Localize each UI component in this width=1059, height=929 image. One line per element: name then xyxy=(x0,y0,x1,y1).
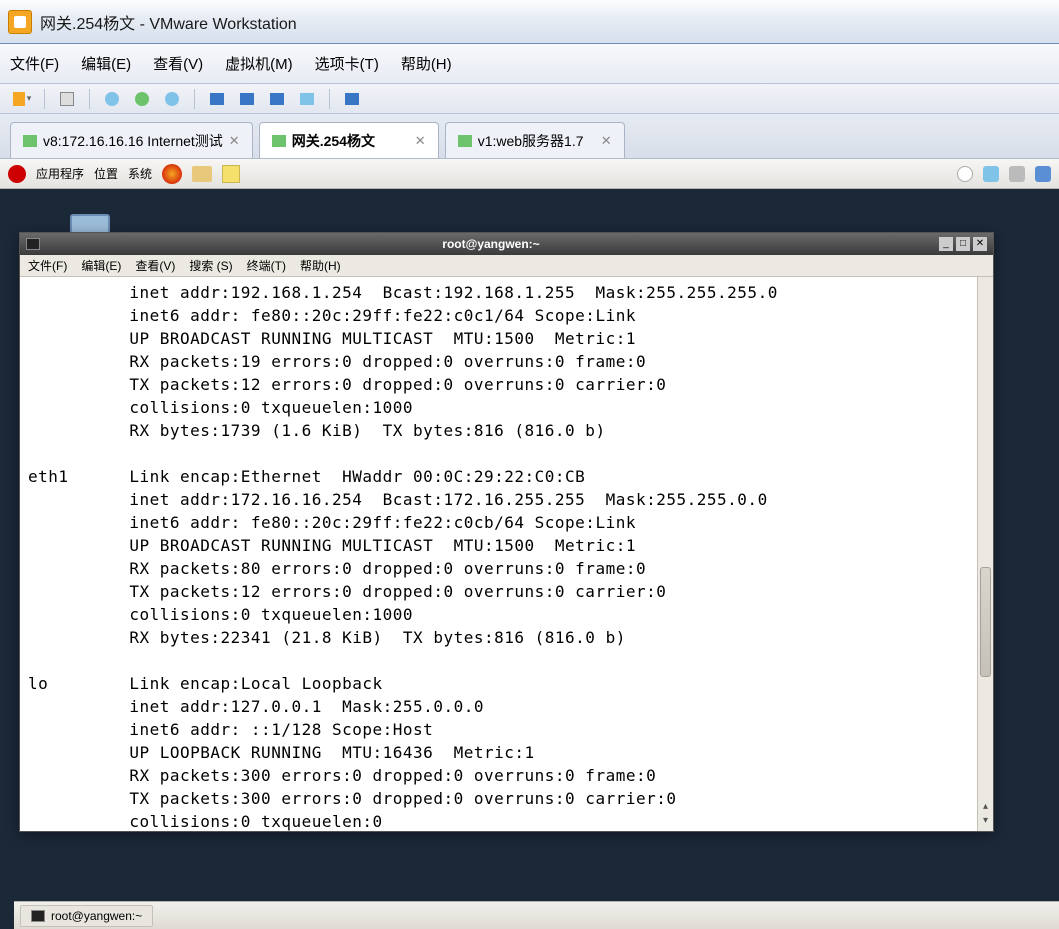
terminal-scrollbar[interactable]: ▴ ▾ xyxy=(977,277,993,831)
taskbar-terminal[interactable]: root@yangwen:~ xyxy=(20,905,153,927)
view-thumbnail-button[interactable] xyxy=(295,88,319,110)
term-menu-help[interactable]: 帮助(H) xyxy=(300,257,341,274)
minimize-button[interactable]: _ xyxy=(939,237,953,251)
menu-help[interactable]: 帮助(H) xyxy=(401,53,452,74)
volume-icon[interactable] xyxy=(1009,166,1025,182)
term-menu-file[interactable]: 文件(F) xyxy=(28,257,67,274)
snapshot-button[interactable] xyxy=(55,88,79,110)
scrollbar-thumb[interactable] xyxy=(980,567,991,677)
snapshot-revert-button[interactable] xyxy=(130,88,154,110)
view-unity-button[interactable] xyxy=(265,88,289,110)
cpu-monitor-icon[interactable] xyxy=(957,166,973,182)
menu-vm[interactable]: 虚拟机(M) xyxy=(225,53,293,74)
firefox-icon[interactable] xyxy=(162,164,182,184)
terminal-titlebar[interactable]: root@yangwen:~ _ □ ✕ xyxy=(20,233,993,255)
menu-file[interactable]: 文件(F) xyxy=(10,53,59,74)
snapshot-manage-button[interactable] xyxy=(160,88,184,110)
separator xyxy=(44,89,45,109)
vm-tab-label: v1:web服务器1.7 xyxy=(478,131,584,151)
vmware-logo-icon xyxy=(8,10,32,34)
vm-tab-label: v8:172.16.16.16 Internet测试 xyxy=(43,131,223,151)
menu-view[interactable]: 查看(V) xyxy=(153,53,203,74)
separator xyxy=(89,89,90,109)
vmware-menubar: 文件(F) 编辑(E) 查看(V) 虚拟机(M) 选项卡(T) 帮助(H) xyxy=(0,44,1059,84)
window-title: 网关.254杨文 - VMware Workstation xyxy=(40,10,297,34)
fullscreen-button[interactable] xyxy=(340,88,364,110)
vm-tab-v8[interactable]: v8:172.16.16.16 Internet测试 ✕ xyxy=(10,122,253,158)
view-console-button[interactable] xyxy=(205,88,229,110)
vm-tab-label: 网关.254杨文 xyxy=(292,131,375,151)
vm-running-icon xyxy=(272,135,286,147)
separator xyxy=(194,89,195,109)
redhat-icon xyxy=(8,165,26,183)
gnome-panel-top: 应用程序 位置 系统 xyxy=(0,159,1059,189)
vm-tab-v1[interactable]: v1:web服务器1.7 ✕ xyxy=(445,122,625,158)
view-fullscreen-button[interactable] xyxy=(235,88,259,110)
scroll-down-icon[interactable]: ▾ xyxy=(980,815,991,829)
vmware-titlebar: 网关.254杨文 - VMware Workstation xyxy=(0,0,1059,44)
maximize-button[interactable]: □ xyxy=(956,237,970,251)
panel-applications[interactable]: 应用程序 xyxy=(36,165,84,182)
term-menu-view[interactable]: 查看(V) xyxy=(135,257,175,274)
menu-edit[interactable]: 编辑(E) xyxy=(81,53,131,74)
nautilus-icon[interactable] xyxy=(192,166,212,182)
term-menu-edit[interactable]: 编辑(E) xyxy=(81,257,121,274)
guest-desktop: 应用程序 位置 系统 root@yangwen:~ _ □ ✕ 文件(F) 编辑… xyxy=(0,159,1059,929)
close-icon[interactable]: ✕ xyxy=(229,133,240,149)
network-icon[interactable] xyxy=(983,166,999,182)
panel-places[interactable]: 位置 xyxy=(94,165,118,182)
term-menu-terminal[interactable]: 终端(T) xyxy=(247,257,286,274)
term-menu-search[interactable]: 搜索 (S) xyxy=(189,257,232,274)
terminal-icon xyxy=(26,238,40,250)
gnome-panel-bottom: root@yangwen:~ xyxy=(14,901,1059,929)
taskbar-label: root@yangwen:~ xyxy=(51,909,142,923)
close-button[interactable]: ✕ xyxy=(973,237,987,251)
vmware-toolbar xyxy=(0,84,1059,114)
close-icon[interactable]: ✕ xyxy=(601,133,612,149)
close-icon[interactable]: ✕ xyxy=(415,133,426,149)
separator xyxy=(329,89,330,109)
vm-running-icon xyxy=(23,135,37,147)
panel-system[interactable]: 系统 xyxy=(128,165,152,182)
terminal-output[interactable]: inet addr:192.168.1.254 Bcast:192.168.1.… xyxy=(20,277,993,831)
terminal-menubar: 文件(F) 编辑(E) 查看(V) 搜索 (S) 终端(T) 帮助(H) xyxy=(20,255,993,277)
power-button[interactable] xyxy=(10,88,34,110)
terminal-body: inet addr:192.168.1.254 Bcast:192.168.1.… xyxy=(20,277,993,831)
bluetooth-icon[interactable] xyxy=(1035,166,1051,182)
scroll-up-icon[interactable]: ▴ xyxy=(980,801,991,815)
snapshot-take-button[interactable] xyxy=(100,88,124,110)
vm-tab-gateway[interactable]: 网关.254杨文 ✕ xyxy=(259,122,439,158)
terminal-window: root@yangwen:~ _ □ ✕ 文件(F) 编辑(E) 查看(V) 搜… xyxy=(19,232,994,832)
gedit-icon[interactable] xyxy=(222,165,240,183)
menu-tabs[interactable]: 选项卡(T) xyxy=(315,53,379,74)
vm-running-icon xyxy=(458,135,472,147)
terminal-title: root@yangwen:~ xyxy=(46,237,936,251)
vm-tabs: v8:172.16.16.16 Internet测试 ✕ 网关.254杨文 ✕ … xyxy=(0,114,1059,159)
terminal-icon xyxy=(31,910,45,922)
